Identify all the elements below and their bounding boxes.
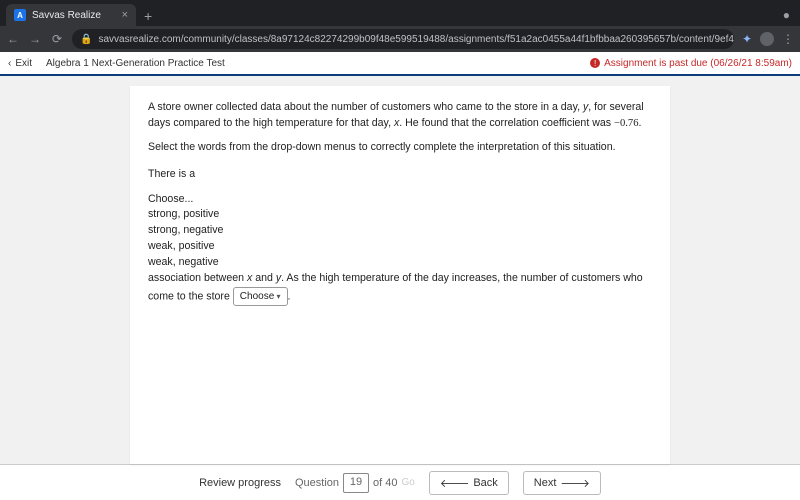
question-paragraph-1: A store owner collected data about the n… xyxy=(148,100,652,132)
tab-close-icon[interactable]: × xyxy=(122,9,128,21)
question-total: of 40 xyxy=(373,477,397,489)
extensions-icon[interactable]: ✦ xyxy=(742,32,752,46)
go-button[interactable]: Go xyxy=(401,477,414,488)
back-label: Back xyxy=(473,477,497,489)
question-paragraph-2: Select the words from the drop-down menu… xyxy=(148,140,652,156)
question-number-input[interactable]: 19 xyxy=(343,473,369,493)
past-due-text: Assignment is past due (06/26/21 8:59am) xyxy=(604,58,792,69)
dropdown-option[interactable]: strong, negative xyxy=(148,223,652,239)
answer-sentence: There is a xyxy=(148,164,652,184)
next-button[interactable]: Next 🡒 xyxy=(523,471,601,495)
app-header: ‹ Exit Algebra 1 Next-Generation Practic… xyxy=(0,52,800,76)
question-card: A store owner collected data about the n… xyxy=(130,86,670,464)
exit-label: Exit xyxy=(15,58,32,69)
browser-tab-active[interactable]: A Savvas Realize × xyxy=(6,4,136,26)
past-due-notice: ! Assignment is past due (06/26/21 8:59a… xyxy=(590,58,792,69)
browser-tabstrip: A Savvas Realize × + ● xyxy=(0,0,800,26)
url-text: savvasrealize.com/community/classes/8a97… xyxy=(98,34,733,45)
alert-icon: ! xyxy=(590,58,600,68)
question-label: Question xyxy=(295,477,339,489)
back-icon[interactable]: ← xyxy=(6,32,20,46)
chrome-menu-icon[interactable]: ⋮ xyxy=(782,32,794,46)
arrow-right-icon: 🡒 xyxy=(560,476,590,490)
address-bar[interactable]: 🔒 savvasrealize.com/community/classes/8a… xyxy=(72,29,734,49)
question-nav: Question 19 of 40 Go xyxy=(295,473,415,493)
favicon-icon: A xyxy=(14,9,26,21)
dropdown-1[interactable] xyxy=(198,164,282,184)
next-label: Next xyxy=(534,477,557,489)
window-minimize-placeholder: ● xyxy=(783,8,800,26)
chevron-left-icon: ‹ xyxy=(8,58,11,69)
arrow-left-icon: 🡐 xyxy=(440,476,470,490)
lock-icon: 🔒 xyxy=(80,34,92,45)
dropdown-option[interactable]: weak, negative xyxy=(148,255,652,271)
content-stage: A store owner collected data about the n… xyxy=(0,76,800,464)
dropdown-2[interactable]: Choose xyxy=(233,287,288,306)
browser-toolbar: ← → ⟳ 🔒 savvasrealize.com/community/clas… xyxy=(0,26,800,52)
forward-icon[interactable]: → xyxy=(28,32,42,46)
dropdown-option[interactable]: weak, positive xyxy=(148,239,652,255)
exit-button[interactable]: ‹ Exit xyxy=(8,58,32,69)
new-tab-button[interactable]: + xyxy=(136,8,160,26)
dropdown-option[interactable]: strong, positive xyxy=(148,207,652,223)
dropdown-option[interactable]: Choose... xyxy=(148,192,652,208)
tab-title: Savvas Realize xyxy=(32,10,101,21)
back-button[interactable]: 🡐 Back xyxy=(429,471,509,495)
profile-avatar[interactable] xyxy=(760,32,774,46)
assignment-title: Algebra 1 Next-Generation Practice Test xyxy=(46,58,225,69)
reload-icon[interactable]: ⟳ xyxy=(50,32,64,46)
review-progress-link[interactable]: Review progress xyxy=(199,477,281,489)
question-footer: Review progress Question 19 of 40 Go 🡐 B… xyxy=(0,464,800,500)
